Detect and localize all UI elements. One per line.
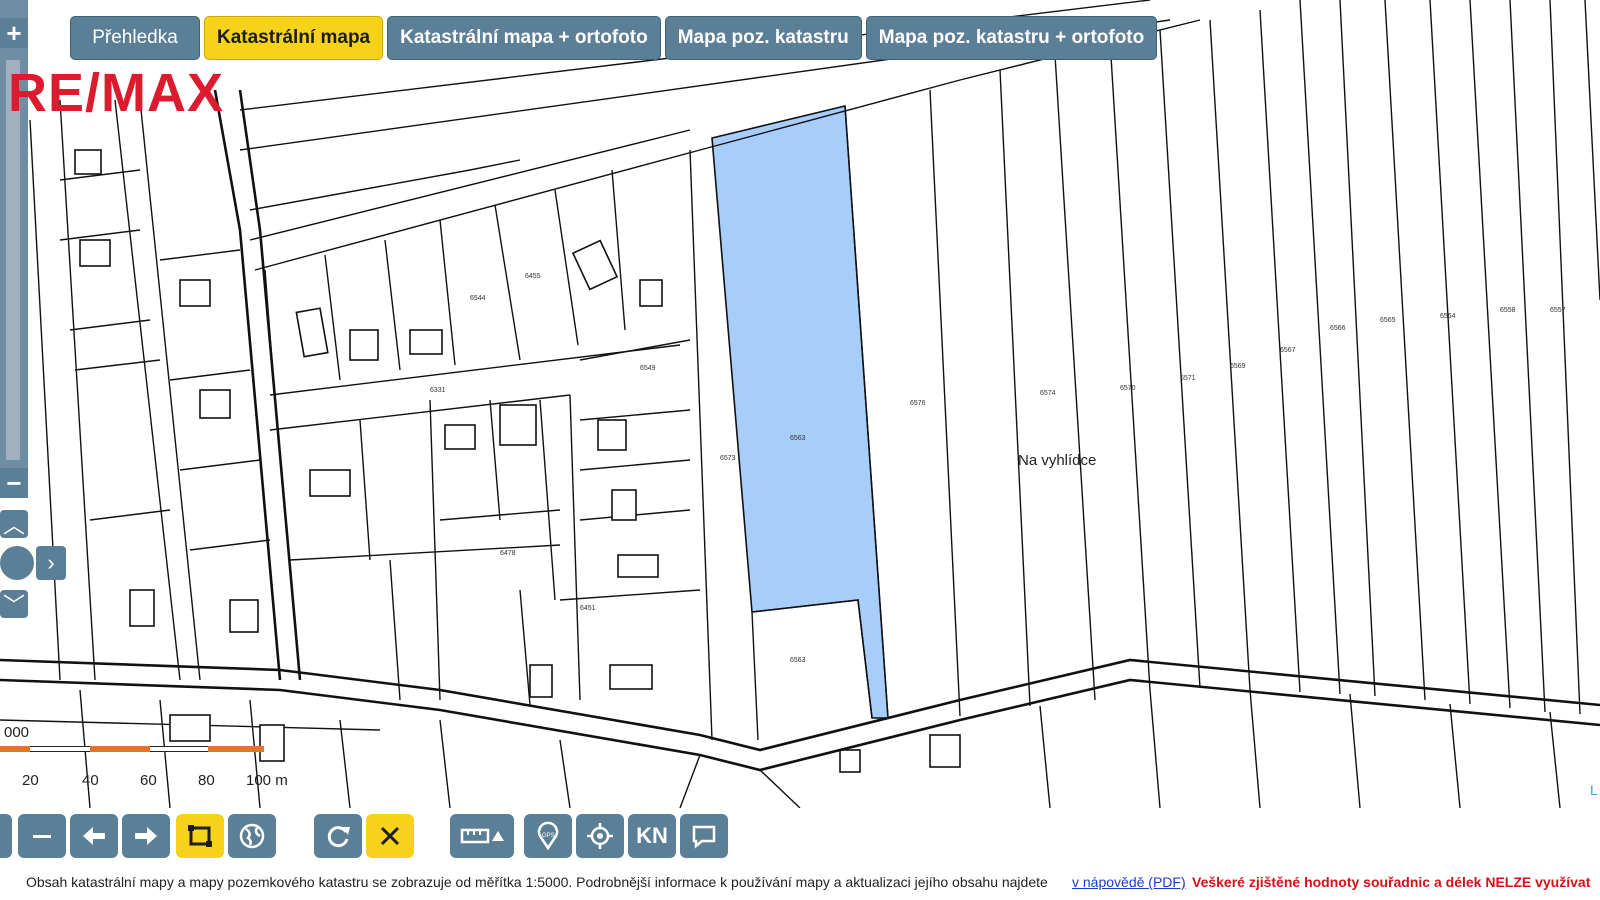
measure-button[interactable] — [450, 814, 514, 858]
speech-bubble-icon — [692, 825, 716, 849]
pan-control[interactable]: ︿ › ﹀ — [0, 510, 68, 620]
footer-info: Obsah katastrální mapy a mapy pozemkovéh… — [0, 866, 1600, 900]
clear-button[interactable] — [366, 814, 414, 858]
pan-down-icon[interactable]: ﹀ — [0, 590, 28, 618]
minus-icon — [33, 835, 51, 838]
ruler-icon — [460, 828, 504, 844]
help-pdf-link[interactable]: v nápovědě (PDF) — [1072, 874, 1186, 890]
refresh-icon — [327, 826, 350, 848]
svg-text:6570: 6570 — [1120, 385, 1136, 392]
locate-button[interactable] — [576, 814, 624, 858]
gps-button[interactable]: GPS — [524, 814, 572, 858]
zoom-out-tool-button[interactable] — [0, 814, 12, 858]
map-type-tabs: Přehledka Katastrální mapa Katastrální m… — [70, 16, 1158, 60]
svg-text:6574: 6574 — [1040, 390, 1056, 397]
feedback-button[interactable] — [680, 814, 728, 858]
svg-text:6478: 6478 — [500, 550, 516, 557]
crosshair-icon — [587, 823, 613, 849]
pan-right-button[interactable] — [122, 814, 170, 858]
svg-text:6565: 6565 — [1380, 317, 1396, 324]
kn-label: KN — [636, 823, 668, 848]
arrow-right-icon — [135, 827, 157, 845]
minus-button[interactable] — [18, 814, 66, 858]
gps-pin-icon: GPS — [537, 821, 559, 851]
scale-label-80: 80 — [198, 772, 215, 789]
svg-text:6571: 6571 — [1180, 375, 1196, 382]
zoom-in-button[interactable]: + — [0, 18, 28, 48]
map-toolbar: GPS KN — [0, 808, 1600, 866]
scale-label-20: 20 — [22, 772, 39, 789]
tab-katastralni-mapa-ortofoto[interactable]: Katastrální mapa + ortofoto — [387, 16, 661, 60]
svg-text:6563: 6563 — [790, 435, 806, 442]
pan-right-icon[interactable]: › — [36, 546, 66, 580]
pan-center-icon[interactable] — [0, 546, 34, 580]
tab-mapa-poz-katastru-ortofoto[interactable]: Mapa poz. katastru + ortofoto — [865, 16, 1158, 60]
scale-label-0: 000 — [4, 724, 30, 741]
map-canvas[interactable]: 6563 6576 6574 6570 6571 6569 6567 6566 … — [0, 0, 1600, 808]
svg-text:6567: 6567 — [1280, 347, 1296, 354]
tab-mapa-poz-katastru[interactable]: Mapa poz. katastru — [664, 16, 862, 60]
globe-button[interactable] — [228, 814, 276, 858]
svg-text:6331: 6331 — [430, 387, 446, 394]
zoom-out-button[interactable]: − — [0, 468, 28, 498]
svg-text:6566: 6566 — [1330, 325, 1346, 332]
svg-text:6576: 6576 — [910, 400, 926, 407]
svg-text:6569: 6569 — [1230, 363, 1246, 370]
svg-text:6564: 6564 — [1440, 313, 1456, 320]
rectangle-select-icon — [188, 825, 212, 847]
cadastral-map[interactable]: 6563 6576 6574 6570 6571 6569 6567 6566 … — [0, 0, 1600, 808]
pan-left-button[interactable] — [70, 814, 118, 858]
footer-link-suffix: . — [1182, 874, 1186, 890]
close-icon — [380, 826, 400, 846]
svg-text:6451: 6451 — [580, 605, 596, 612]
svg-text:6544: 6544 — [470, 295, 486, 302]
remax-logo: RE/MAX — [8, 63, 225, 123]
kn-button[interactable]: KN — [628, 814, 676, 858]
svg-text:6573: 6573 — [720, 455, 736, 462]
scale-label-60: 60 — [140, 772, 157, 789]
refresh-button[interactable] — [314, 814, 362, 858]
tab-katastralni-mapa[interactable]: Katastrální mapa — [204, 16, 384, 60]
svg-text:6563: 6563 — [790, 657, 806, 664]
tab-prehledka[interactable]: Přehledka — [70, 16, 200, 60]
arrow-left-icon — [83, 827, 105, 845]
locality-label: Na vyhlídce — [1018, 452, 1097, 469]
svg-text:GPS: GPS — [542, 833, 555, 839]
svg-text:6455: 6455 — [525, 273, 541, 280]
svg-text:6558: 6558 — [1500, 307, 1516, 314]
svg-text:6557: 6557 — [1550, 307, 1566, 314]
footer-text: Obsah katastrální mapy a mapy pozemkovéh… — [26, 874, 1048, 890]
scale-label-40: 40 — [82, 772, 99, 789]
svg-text:6549: 6549 — [640, 365, 656, 372]
globe-icon — [239, 823, 265, 849]
pan-up-icon[interactable]: ︿ — [0, 510, 28, 538]
select-rectangle-button[interactable] — [176, 814, 224, 858]
scale-label-100m: 100 m — [246, 772, 288, 789]
footer-warning: Veškeré zjištěné hodnoty souřadnic a dél… — [1192, 874, 1591, 890]
corner-tag: L — [1590, 782, 1598, 798]
scale-bar: 000 20 40 60 80 100 m — [0, 724, 300, 789]
